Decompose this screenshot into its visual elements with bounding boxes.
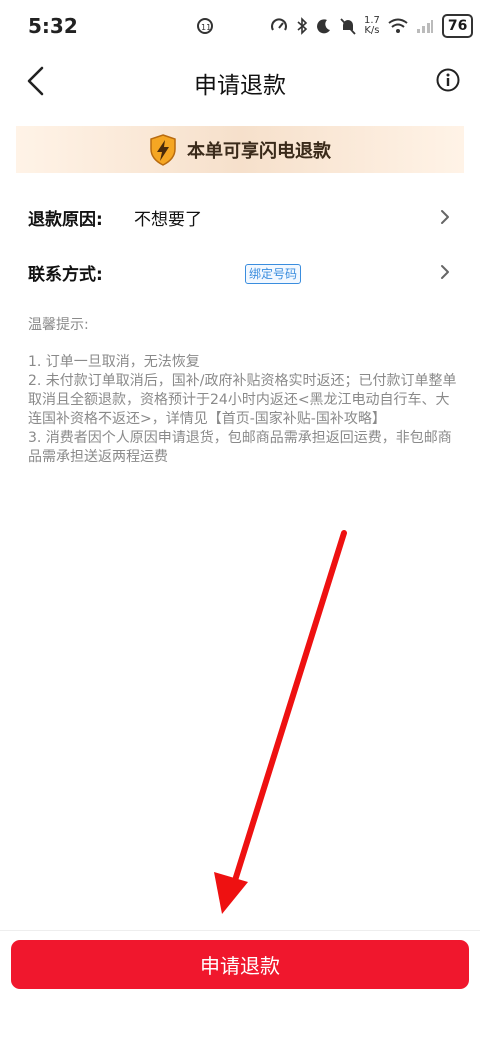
page-title: 申请退款 [194, 73, 286, 99]
tips-title: 温馨提示: [28, 317, 89, 333]
chevron-right-icon [441, 265, 449, 279]
speedometer-icon [271, 18, 287, 31]
wifi-icon [388, 18, 408, 33]
tip-item: 1. 订单一旦取消，无法恢复 [28, 354, 200, 370]
svg-text:11: 11 [201, 23, 211, 32]
signal-icon [416, 20, 433, 33]
moon-icon [317, 19, 330, 34]
chevron-right-icon [441, 210, 449, 224]
bluetooth-icon [297, 17, 308, 35]
tips-section: 温馨提示: 1. 订单一旦取消，无法恢复 2. 未付款订单取消后，国补/政府补贴… [28, 316, 458, 467]
status-icons: 11 1.7 K/s 76 [196, 14, 474, 38]
net-speed: 1.7 K/s [364, 16, 380, 36]
net-speed-unit: K/s [364, 25, 380, 36]
tip-item: 2. 未付款订单取消后，国补/政府补贴资格实时返还；已付款订单整单取消且全额退款… [28, 373, 457, 427]
mute-icon [340, 18, 356, 35]
battery-icon: 76 [441, 14, 474, 38]
contact-method-label: 联系方式: [28, 265, 103, 285]
contact-method-row[interactable]: 联系方式: 绑定号码 [0, 252, 480, 292]
info-icon[interactable] [436, 68, 460, 92]
status-bar: 5:32 11 1.7 K/s 76 [0, 0, 480, 52]
refund-reason-label: 退款原因: [28, 210, 103, 230]
refund-reason-row[interactable]: 退款原因: 不想要了 [0, 197, 480, 237]
bottom-divider [0, 930, 480, 931]
apply-refund-button[interactable]: 申请退款 [11, 940, 469, 989]
refund-reason-value: 不想要了 [134, 210, 202, 230]
tip-item: 3. 消费者因个人原因申请退货，包邮商品需承担返回运费，非包邮商品需承担送返两程… [28, 430, 452, 465]
bound-number-badge: 绑定号码 [245, 264, 302, 284]
lightning-refund-banner: 本单可享闪电退款 [16, 126, 464, 173]
nav-bar: 申请退款 [0, 52, 480, 108]
status-time: 5:32 [28, 14, 78, 38]
banner-text: 本单可享闪电退款 [187, 140, 331, 162]
lightning-shield-icon [150, 133, 176, 166]
weather-icon: 11 [197, 18, 213, 34]
